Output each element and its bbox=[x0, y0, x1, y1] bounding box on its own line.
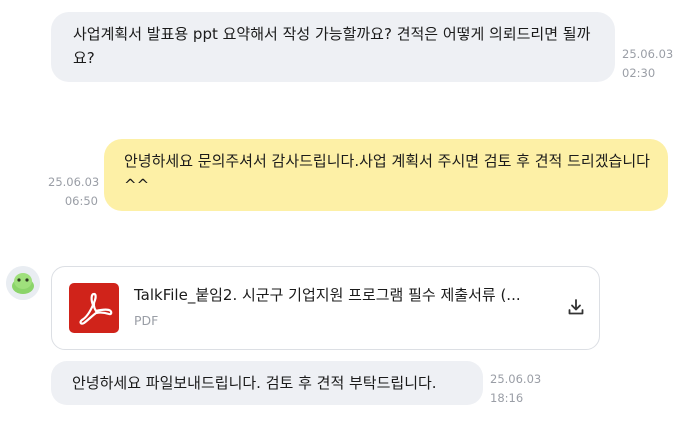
incoming-message-bubble: 사업계획서 발표용 ppt 요약해서 작성 가능할까요? 견적은 어떻게 의뢰드… bbox=[51, 12, 615, 82]
message-time: 18:16 bbox=[490, 391, 524, 405]
message-text: 사업계획서 발표용 ppt 요약해서 작성 가능할까요? 견적은 어떻게 의뢰드… bbox=[73, 25, 591, 67]
file-attachment-card[interactable]: TalkFile_붙임2. 시군구 기업지원 프로그램 필수 제출서류 (...… bbox=[51, 266, 600, 350]
message-date: 25.06.03 bbox=[48, 175, 100, 189]
message-date: 25.06.03 bbox=[622, 47, 674, 61]
message-time: 06:50 bbox=[64, 194, 98, 208]
message-time: 02:30 bbox=[622, 66, 656, 80]
outgoing-message-bubble: 안녕하세요 문의주셔서 감사드립니다.사업 계획서 주시면 검토 후 견적 드리… bbox=[104, 139, 668, 211]
message-timestamp: 25.06.03 18:16 bbox=[490, 372, 541, 406]
message-timestamp: 25.06.03 06:50 bbox=[48, 175, 100, 209]
file-name[interactable]: TalkFile_붙임2. 시군구 기업지원 프로그램 필수 제출서류 (... bbox=[134, 284, 521, 306]
download-icon[interactable] bbox=[565, 296, 587, 318]
message-text: 안녕하세요 문의주셔서 감사드립니다.사업 계획서 주시면 검토 후 견적 드리… bbox=[124, 152, 650, 194]
sender-avatar[interactable] bbox=[6, 266, 40, 300]
pdf-icon bbox=[69, 283, 119, 333]
message-date: 25.06.03 bbox=[490, 372, 542, 386]
green-character-avatar-icon bbox=[6, 266, 40, 300]
message-timestamp: 25.06.03 02:30 bbox=[622, 47, 673, 81]
incoming-message-bubble: 안녕하세요 파일보내드립니다. 검토 후 견적 부탁드립니다. bbox=[51, 361, 483, 405]
message-text: 안녕하세요 파일보내드립니다. 검토 후 견적 부탁드립니다. bbox=[72, 374, 437, 392]
file-type-label: PDF bbox=[134, 313, 159, 328]
